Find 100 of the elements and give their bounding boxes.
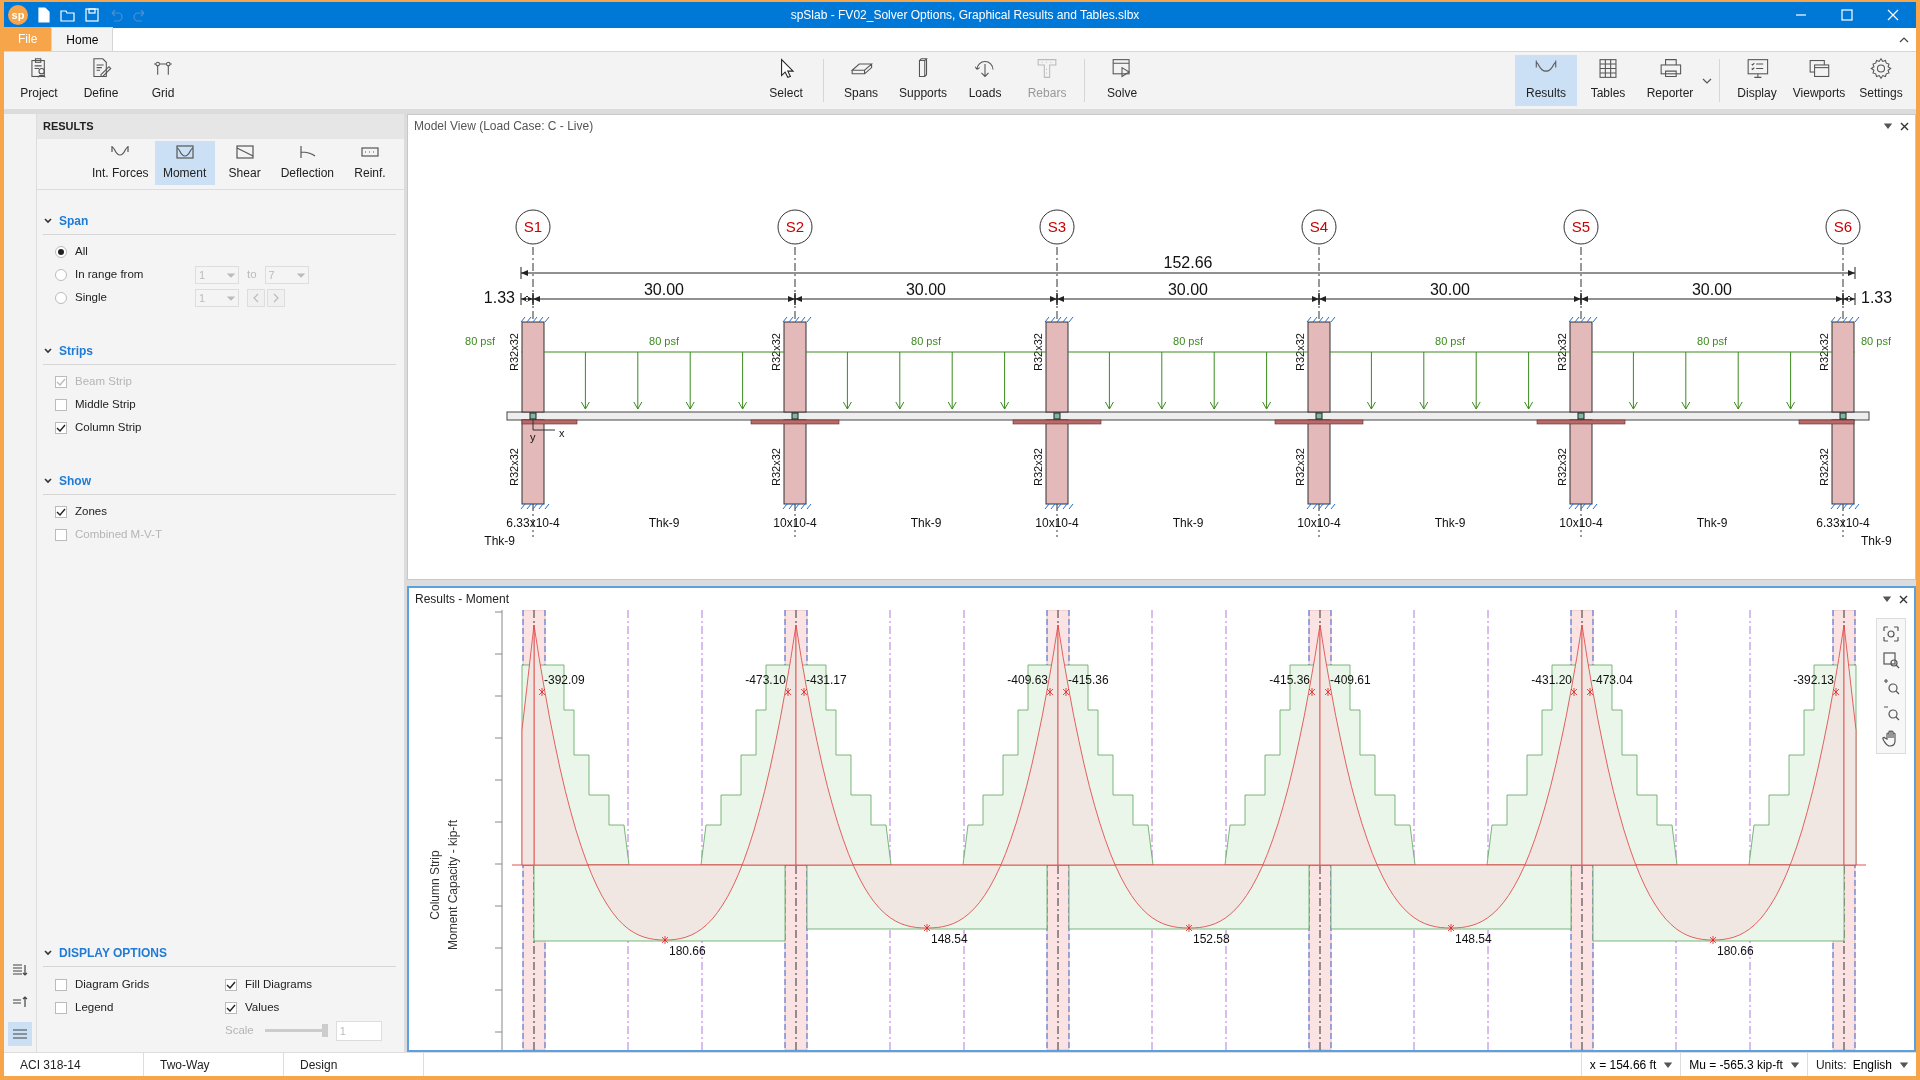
checkbox[interactable] [225, 978, 237, 991]
option-label: Middle Strip [75, 397, 136, 413]
load-label: 80 psf [465, 335, 495, 347]
window-title: spSlab - FV02_Solver Options, Graphical Results and Tables.slbx [789, 7, 1141, 24]
value-label: -431.20 [1531, 673, 1572, 687]
checkbox[interactable] [55, 978, 67, 991]
peak-marker [1308, 687, 1316, 697]
status-dropdown[interactable]: Mu = -565.3 kip-ft [1689, 1055, 1799, 1074]
option-label: Combined M-V-T [75, 527, 162, 543]
status-dropdown[interactable]: x = 154.66 ft [1589, 1055, 1673, 1074]
maximize-icon[interactable] [1839, 7, 1855, 23]
load-label: 80 psf [649, 335, 679, 347]
ribbon-button[interactable]: Define [70, 55, 132, 106]
value-label: -415.36 [1269, 673, 1310, 687]
units-dropdown[interactable]: English [1852, 1055, 1908, 1074]
result-type-button[interactable]: Deflection [274, 140, 340, 185]
load-label: 80 psf [911, 335, 941, 347]
close-icon[interactable] [1900, 121, 1909, 131]
chevron-down-icon[interactable] [43, 345, 53, 356]
option-label: Fill Diagrams [245, 976, 313, 992]
section-header[interactable]: DISPLAY OPTIONS [59, 944, 168, 962]
option-label: Single [75, 290, 108, 306]
grid-bubble: S3 [1039, 209, 1075, 245]
folder-icon[interactable] [60, 7, 76, 23]
option-label: In range from [75, 267, 145, 283]
option-label: Legend [75, 999, 114, 1015]
caret-icon[interactable] [1884, 122, 1892, 130]
result-type-button[interactable]: Reinf. [340, 140, 400, 185]
column-label: R32x32 [1818, 333, 1830, 371]
ribbon-button[interactable]: Grid [132, 55, 194, 106]
caret-icon [227, 294, 235, 302]
axis-label: x [559, 427, 565, 439]
zoom-in-icon[interactable] [1882, 677, 1900, 695]
zoom-out-icon[interactable] [1882, 703, 1900, 721]
value-label: -409.63 [1007, 673, 1048, 687]
ribbon-button[interactable]: Spans [830, 55, 893, 106]
drop-panel-label: 10x10-4 [1297, 516, 1341, 530]
save-icon[interactable] [84, 7, 100, 23]
column-label: R32x32 [1032, 448, 1044, 486]
option-label: Zones [75, 504, 107, 520]
radio-button[interactable] [55, 269, 67, 281]
ribbon-tab[interactable]: Home [51, 27, 114, 51]
grid-bubble: S5 [1563, 209, 1599, 245]
value-label: -473.04 [1592, 673, 1633, 687]
checkbox[interactable] [55, 1001, 67, 1014]
checkbox[interactable] [225, 1001, 237, 1014]
drop-panel-label: 10x10-4 [1559, 516, 1603, 530]
status-text: ACI 318-14 [4, 1053, 144, 1076]
checkbox[interactable] [55, 506, 67, 518]
check-icon [226, 1002, 236, 1013]
check-icon [56, 507, 66, 517]
node-marker [791, 412, 799, 420]
value-label: 180.66 [669, 944, 706, 958]
grid-bubble: S2 [777, 209, 813, 245]
ribbon-button[interactable]: Tables [1577, 55, 1639, 106]
peak-marker [1062, 687, 1070, 697]
section-header[interactable]: Show [59, 471, 91, 490]
checkbox[interactable] [55, 399, 67, 411]
column-label: R32x32 [1294, 333, 1306, 371]
section-header[interactable]: Strips [59, 341, 93, 360]
radio-button[interactable] [55, 292, 67, 304]
ribbon-button[interactable]: Reporter [1639, 55, 1701, 106]
dimension-text: 152.66 [1163, 254, 1213, 271]
load-label: 80 psf [1173, 335, 1203, 347]
radio-button[interactable] [55, 246, 67, 258]
thickness-label: Thk-9 [1434, 516, 1466, 530]
value-label: 148.54 [931, 932, 968, 946]
ribbon-button[interactable]: Viewports [1788, 55, 1850, 106]
dimension-text: 1.33 [483, 289, 515, 306]
load-label: 80 psf [1697, 335, 1727, 347]
grid-bubble: S1 [515, 209, 551, 245]
result-type-button[interactable]: Shear [214, 140, 275, 185]
result-type-button[interactable]: Moment [154, 140, 215, 185]
ribbon-button[interactable]: Results [1515, 55, 1577, 106]
ribbon-button[interactable]: Settings [1850, 55, 1912, 106]
chevron-down-icon[interactable] [43, 215, 53, 226]
close-icon[interactable] [1899, 594, 1908, 604]
drop-panel [521, 419, 578, 425]
zoom-extents-icon[interactable] [1882, 625, 1900, 643]
grid-bubble: S4 [1301, 209, 1337, 245]
ribbon-button[interactable]: Supports [892, 55, 955, 106]
checkbox[interactable] [55, 422, 67, 434]
ribbon-button[interactable]: Loads [954, 55, 1017, 106]
zoom-window-icon[interactable] [1882, 651, 1900, 669]
new-file-icon[interactable] [36, 7, 52, 23]
ribbon-button[interactable]: Display [1726, 55, 1788, 106]
ribbon-button[interactable]: Select [755, 55, 818, 106]
ribbon-button[interactable]: Solve [1091, 55, 1154, 106]
column-label: R32x32 [1556, 333, 1568, 371]
column-label: R32x32 [770, 448, 782, 486]
ribbon-button[interactable]: Project [8, 55, 70, 106]
section-header[interactable]: Span [59, 211, 89, 230]
chevron-down-icon[interactable] [43, 948, 53, 958]
chevron-down-icon[interactable] [43, 475, 53, 486]
peak-marker [1185, 923, 1193, 933]
peak-marker [1586, 687, 1594, 697]
caret-icon[interactable] [1883, 595, 1891, 603]
thickness-label: Thk-9 [648, 516, 680, 530]
result-type-button[interactable]: Int. Forces [85, 140, 155, 185]
status-text: Two-Way [144, 1053, 284, 1076]
